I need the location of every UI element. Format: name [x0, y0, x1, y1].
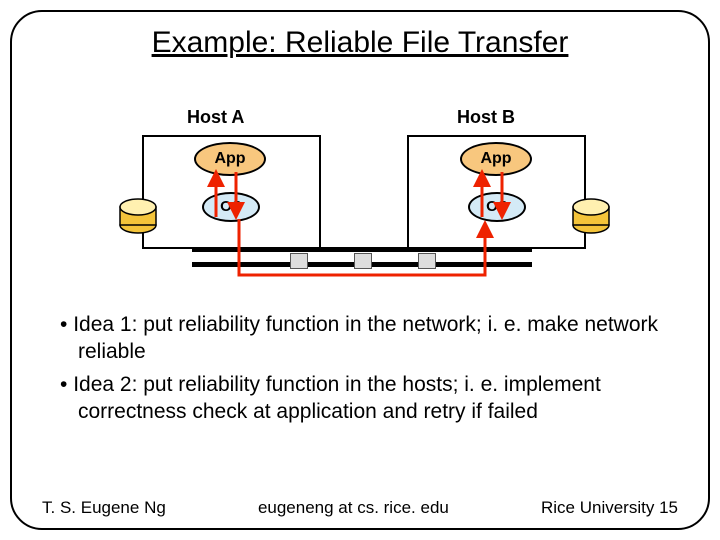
- host-a-label: Host A: [187, 107, 244, 128]
- footer-author: T. S. Eugene Ng: [42, 498, 166, 518]
- slide-title: Example: Reliable File Transfer: [12, 26, 708, 60]
- footer-email: eugeneng at cs. rice. edu: [258, 498, 449, 518]
- arrow-app-os-b: [464, 162, 524, 232]
- slide-footer: T. S. Eugene Ng eugeneng at cs. rice. ed…: [42, 498, 678, 518]
- router-node: [354, 253, 372, 269]
- router-node: [418, 253, 436, 269]
- bullet-idea2: • Idea 2: put reliability function in th…: [60, 372, 660, 426]
- disk-icon: [117, 197, 159, 237]
- arrow-app-os-a: [198, 162, 258, 232]
- disk-icon: [570, 197, 612, 237]
- bullet-idea1: • Idea 1: put reliability function in th…: [60, 312, 660, 366]
- footer-org: Rice University 15: [541, 498, 678, 518]
- host-b-label: Host B: [457, 107, 515, 128]
- diagram-area: Host A App OS Host B App OS: [72, 107, 652, 297]
- router-node: [290, 253, 308, 269]
- bullet-list: • Idea 1: put reliability function in th…: [60, 312, 660, 432]
